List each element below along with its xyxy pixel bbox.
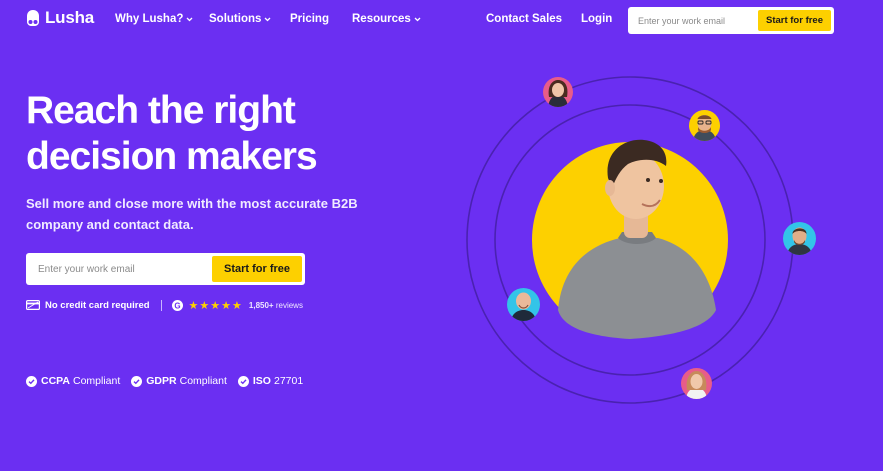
chevron-down-icon bbox=[414, 17, 421, 21]
g2-icon: G bbox=[171, 299, 183, 311]
avatar-bald-man bbox=[507, 288, 540, 321]
top-nav: Lusha Why Lusha? Solutions Pricing Resou… bbox=[0, 0, 883, 40]
chevron-down-icon bbox=[186, 17, 193, 21]
hero-subtitle-line-2: company and contact data. bbox=[26, 217, 194, 232]
nav-email-form: Start for free bbox=[628, 7, 834, 34]
lusha-logo-icon bbox=[27, 10, 39, 26]
star-icon: ★ bbox=[199, 299, 211, 312]
divider bbox=[160, 299, 162, 311]
compliance-iso: ISO 27701 bbox=[237, 375, 304, 387]
hero-title-line-1: Reach the right bbox=[26, 89, 296, 132]
chevron-down-icon bbox=[264, 17, 271, 21]
hero-subtitle: Sell more and close more with the most a… bbox=[26, 193, 386, 235]
compliance-strong: GDPR bbox=[146, 375, 177, 387]
star-icon: ★ bbox=[210, 299, 222, 312]
nav-pricing[interactable]: Pricing bbox=[290, 13, 329, 25]
avatar-woman-bottom bbox=[681, 368, 712, 399]
credit-card-icon bbox=[26, 300, 40, 310]
nav-item-label: Pricing bbox=[290, 13, 329, 25]
nav-solutions[interactable]: Solutions bbox=[209, 13, 271, 25]
login-link[interactable]: Login bbox=[581, 13, 612, 25]
avatar-portrait bbox=[686, 371, 707, 399]
avatar-portrait bbox=[548, 80, 568, 107]
compliance-text: Compliant bbox=[72, 375, 121, 387]
star-icon: ★ bbox=[188, 299, 200, 312]
nav-item-label: Resources bbox=[352, 13, 411, 25]
nav-start-free-button[interactable]: Start for free bbox=[758, 10, 831, 31]
nav-why-lusha[interactable]: Why Lusha? bbox=[115, 13, 193, 25]
orbit-illustration bbox=[466, 76, 794, 404]
compliance-text: 27701 bbox=[273, 375, 304, 387]
lusha-logo[interactable]: Lusha bbox=[26, 8, 94, 28]
avatar-portrait bbox=[693, 115, 716, 141]
no-credit-card-text: No credit card required bbox=[45, 299, 150, 311]
avatar-man-right bbox=[783, 222, 816, 255]
hero-email-form: Start for free bbox=[26, 253, 305, 285]
avatar-man-glasses bbox=[689, 110, 720, 141]
check-circle-icon bbox=[237, 375, 249, 387]
check-circle-icon bbox=[26, 375, 37, 387]
reviews-label: reviews bbox=[275, 300, 303, 310]
contact-sales-link[interactable]: Contact Sales bbox=[486, 13, 562, 25]
svg-text:G: G bbox=[174, 301, 180, 310]
reviews-count: 1,850+ bbox=[248, 300, 274, 310]
nav-resources[interactable]: Resources bbox=[352, 13, 421, 25]
compliance-gdpr: GDPR Compliant bbox=[131, 375, 227, 387]
compliance-row: CCPA Compliant GDPR Compliant ISO 27701 bbox=[26, 375, 314, 387]
hero-title: Reach the right decision makers bbox=[26, 88, 386, 180]
nav-email-input[interactable] bbox=[638, 15, 766, 26]
nav-item-label: Why Lusha? bbox=[115, 13, 184, 25]
reviews-text: 1,850+ reviews bbox=[249, 301, 303, 310]
avatar-portrait bbox=[787, 227, 812, 255]
compliance-ccpa: CCPA Compliant bbox=[26, 375, 120, 387]
hero-subtitle-line-1: Sell more and close more with the most a… bbox=[26, 196, 358, 211]
check-circle-icon bbox=[131, 375, 143, 387]
compliance-text: Compliant bbox=[179, 375, 227, 387]
star-icon: ★ bbox=[232, 299, 243, 312]
hero-start-free-button[interactable]: Start for free bbox=[212, 256, 302, 282]
hero-email-input[interactable] bbox=[38, 263, 208, 275]
avatar-woman-top bbox=[543, 77, 573, 107]
compliance-strong: CCPA bbox=[41, 375, 70, 387]
nav-item-label: Solutions bbox=[209, 13, 262, 25]
avatar-portrait bbox=[511, 292, 536, 321]
star-icon: ★ bbox=[221, 299, 233, 312]
brand-name: Lusha bbox=[45, 8, 95, 27]
hero-title-line-2: decision makers bbox=[26, 135, 318, 178]
rating-stars: ★★★★★ bbox=[189, 299, 243, 312]
trust-row: No credit card required G ★★★★★ 1,850+ r… bbox=[26, 298, 303, 312]
compliance-strong: ISO bbox=[252, 375, 271, 387]
